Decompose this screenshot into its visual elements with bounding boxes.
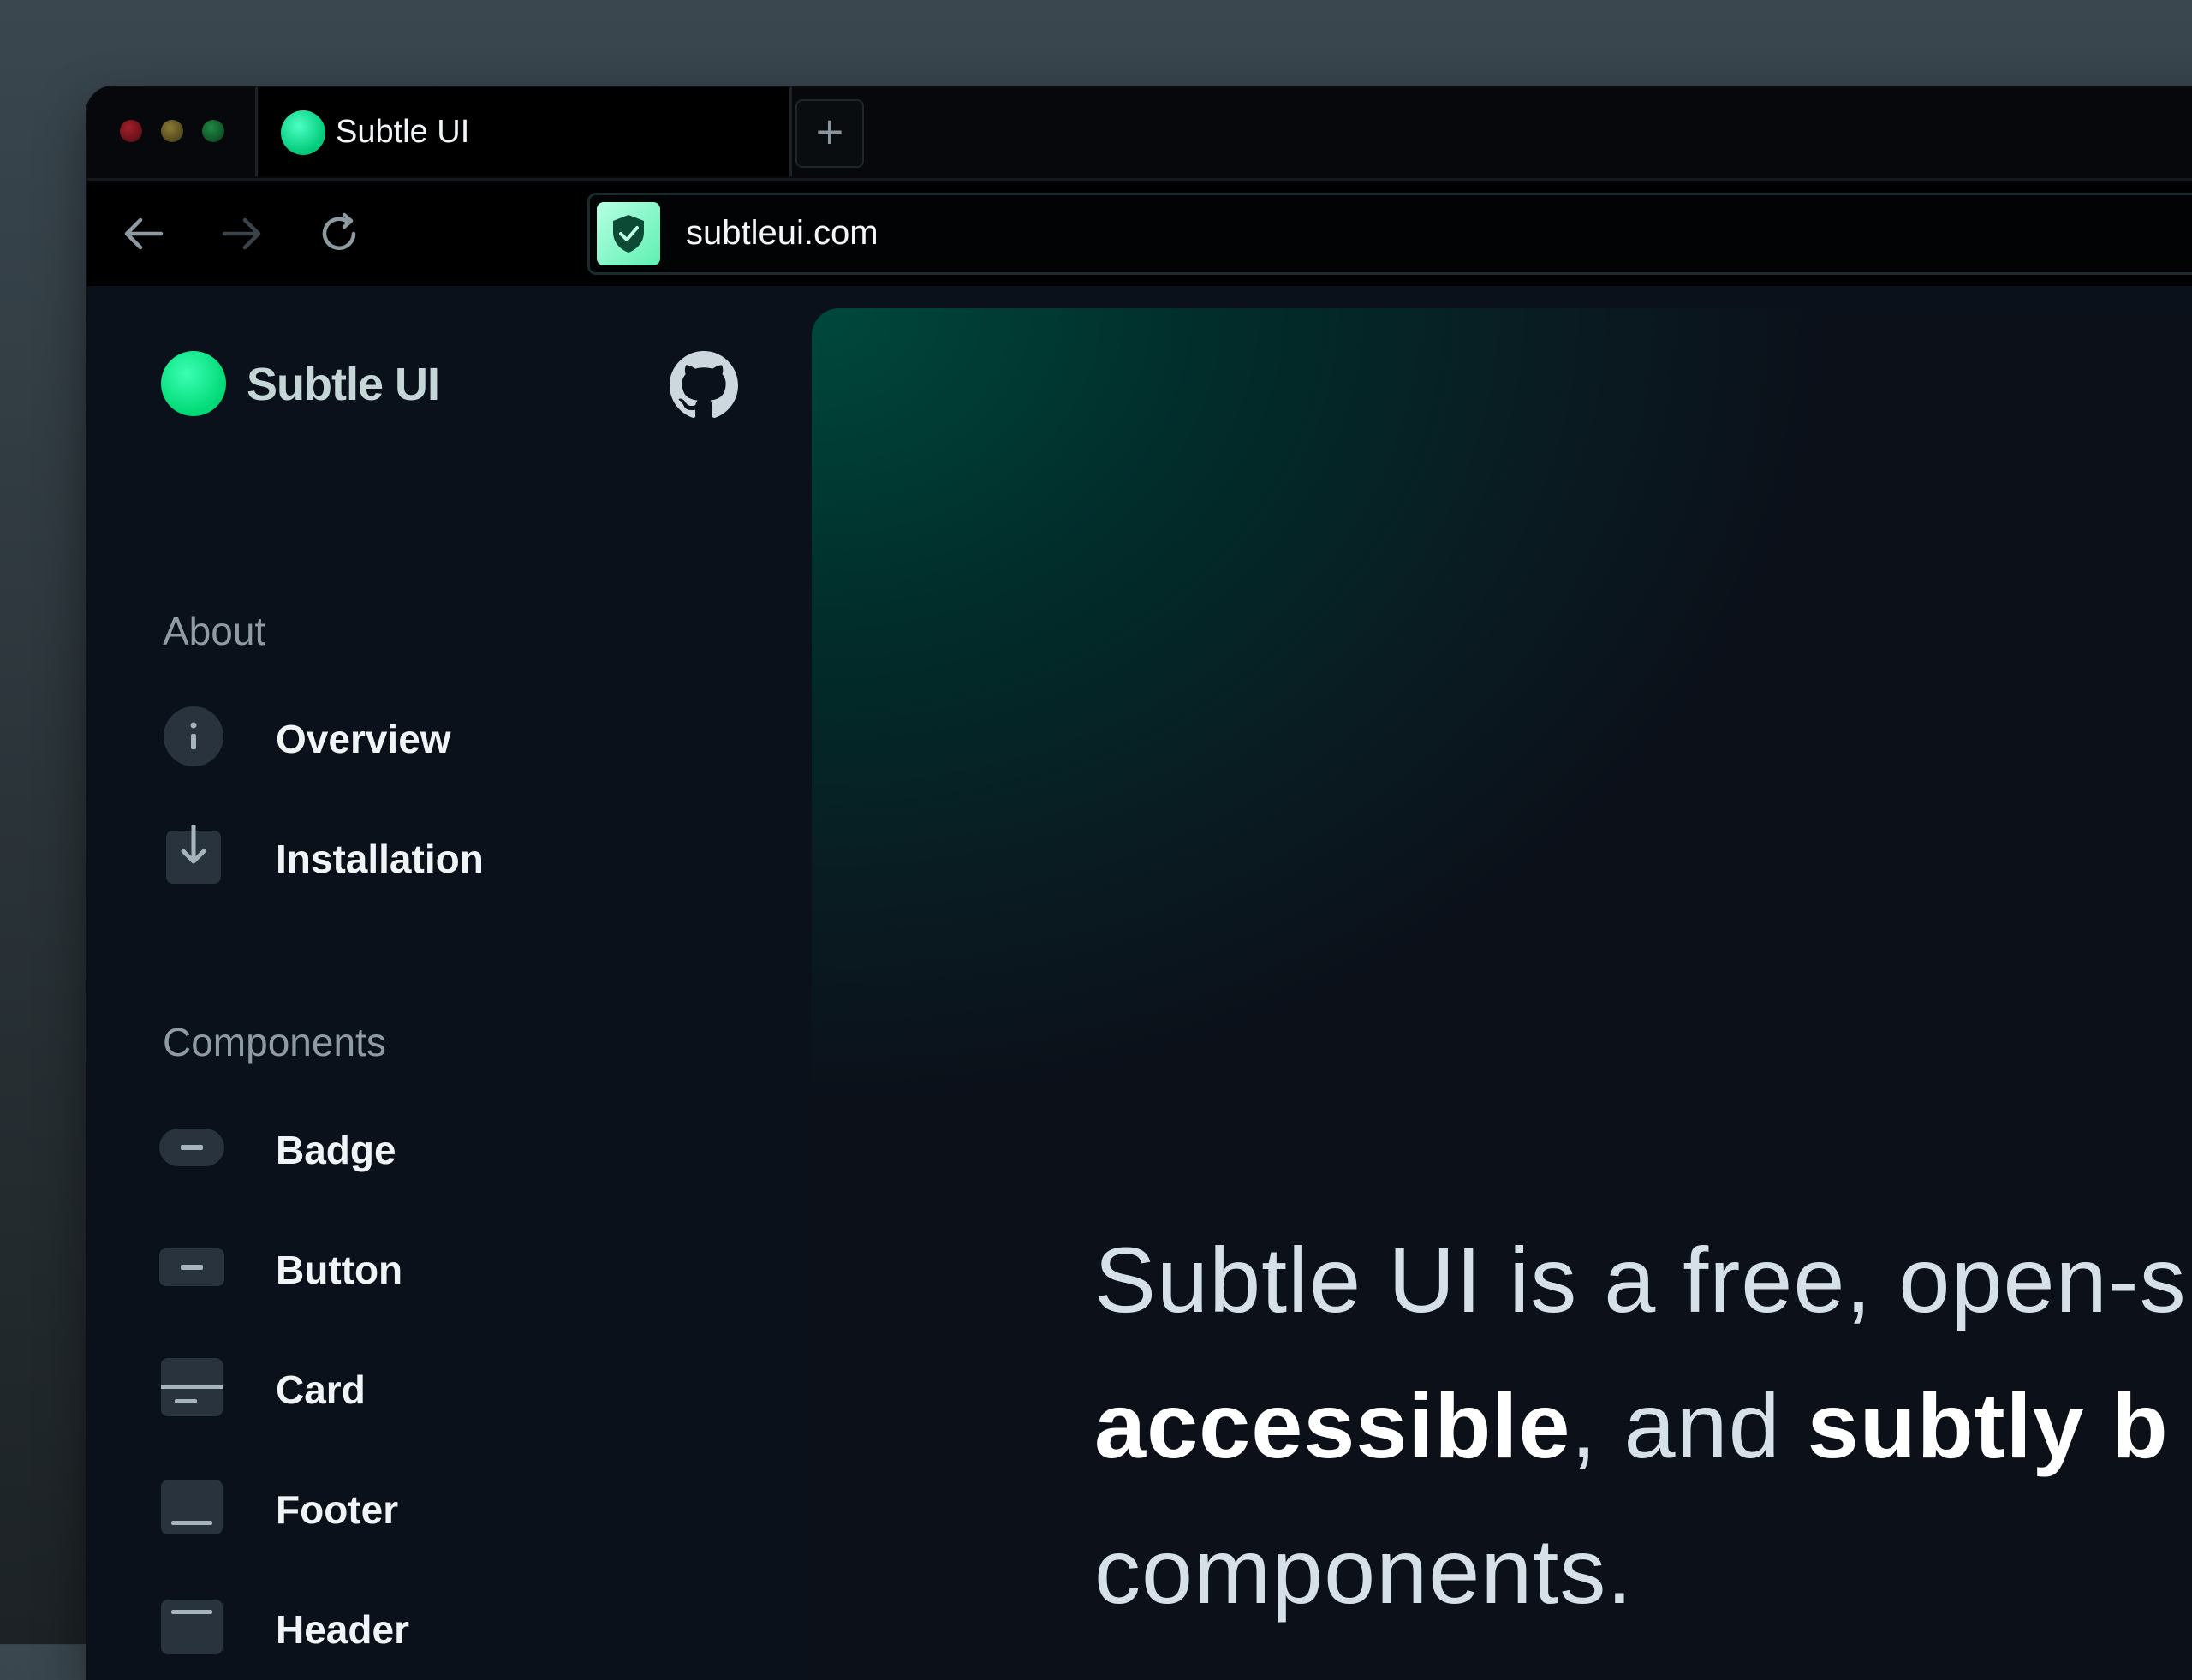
info-icon — [159, 706, 224, 767]
sidebar-item-label: Card — [276, 1367, 366, 1412]
button-icon — [159, 1236, 224, 1298]
hero-bold-accessible: accessible — [1094, 1373, 1571, 1477]
sidebar-item-label: Installation — [276, 837, 484, 881]
sidebar: Subtle UI About Overview Installation Co… — [87, 286, 807, 1680]
sidebar-item-overview[interactable]: Overview — [159, 706, 759, 767]
url-text: subtleui.com — [686, 214, 879, 252]
hero-connector: , and — [1570, 1373, 1808, 1477]
tab-divider — [255, 87, 258, 176]
reload-icon — [322, 212, 356, 250]
download-icon — [159, 823, 224, 887]
badge-icon — [159, 1117, 224, 1178]
browser-window: Subtle UI + subtleui.com Subtle UI About… — [87, 87, 2192, 1680]
hero-tagline: Subtle UI is a free, open-s accessible, … — [1094, 1207, 2192, 1644]
github-link[interactable] — [670, 351, 738, 420]
github-icon — [670, 351, 738, 419]
browser-toolbar: subtleui.com — [87, 178, 2192, 289]
close-window-button[interactable] — [120, 120, 142, 142]
sidebar-item-badge[interactable]: Badge — [159, 1117, 759, 1178]
hero-bold-subtly: subtly b — [1807, 1373, 2169, 1477]
sidebar-item-label: Footer — [276, 1487, 399, 1532]
hero-section: Subtle UI is a free, open-s accessible, … — [812, 308, 2192, 1680]
tab-title: Subtle UI — [336, 114, 470, 150]
sidebar-item-card[interactable]: Card — [159, 1356, 759, 1418]
sidebar-item-label: Header — [276, 1607, 409, 1652]
section-label-components: Components — [163, 1020, 386, 1064]
sidebar-item-header[interactable]: Header — [159, 1596, 759, 1658]
page-content: Subtle UI About Overview Installation Co… — [87, 286, 2192, 1680]
site-security-badge[interactable] — [597, 202, 660, 265]
arrow-left-icon — [124, 217, 164, 250]
brand-name[interactable]: Subtle UI — [247, 358, 440, 411]
tab-strip: Subtle UI + — [87, 87, 2192, 178]
sidebar-item-label: Button — [276, 1248, 403, 1292]
sidebar-item-label: Overview — [276, 717, 451, 761]
footer-icon — [159, 1476, 224, 1538]
brand-logo-icon[interactable] — [161, 351, 226, 416]
shield-check-icon — [613, 215, 644, 253]
section-label-about: About — [163, 609, 266, 653]
sidebar-item-footer[interactable]: Footer — [159, 1476, 759, 1538]
hero-line-2: accessible, and subtly b — [1094, 1353, 2192, 1498]
arrow-right-icon — [222, 217, 261, 250]
forward-button[interactable] — [216, 208, 267, 259]
back-button[interactable] — [118, 208, 170, 259]
sidebar-item-label: Badge — [276, 1128, 396, 1172]
tab-favicon-icon — [281, 110, 325, 155]
sidebar-item-button[interactable]: Button — [159, 1236, 759, 1298]
header-icon — [159, 1596, 224, 1658]
new-tab-button[interactable]: + — [795, 99, 864, 168]
hero-line-1: Subtle UI is a free, open-s — [1094, 1228, 2187, 1331]
hero-line-3: components. — [1094, 1519, 1634, 1623]
reload-button[interactable] — [313, 208, 365, 259]
maximize-window-button[interactable] — [202, 120, 224, 142]
card-icon — [159, 1356, 224, 1418]
minimize-window-button[interactable] — [161, 120, 183, 142]
sidebar-item-installation[interactable]: Installation — [159, 823, 759, 887]
address-bar[interactable]: subtleui.com — [587, 193, 2192, 275]
